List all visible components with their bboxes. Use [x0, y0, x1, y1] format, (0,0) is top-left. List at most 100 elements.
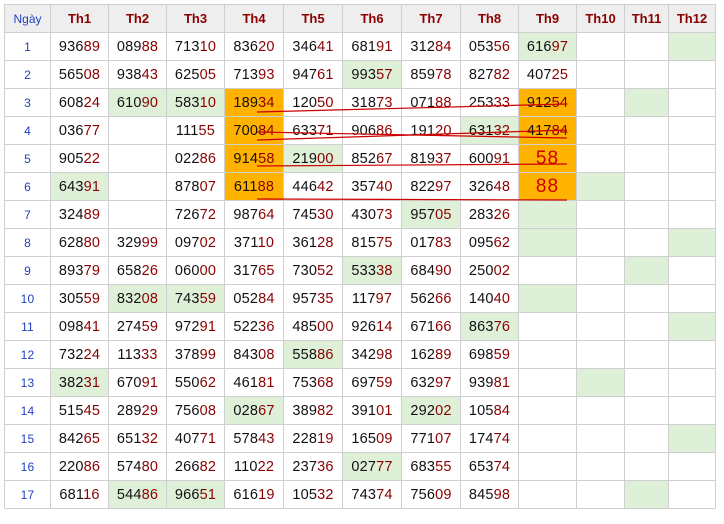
result-number: 29202 [410, 402, 452, 419]
result-cell: 31765 [224, 256, 284, 285]
result-cell [624, 32, 669, 61]
result-cell [518, 200, 577, 229]
table-row: 6 64391 87807 61188 44642 35740 82297 32648 88 [4, 172, 716, 201]
result-cell: 02286 [166, 144, 225, 173]
result-cell [624, 340, 669, 369]
result-cell: 69759 [342, 368, 402, 397]
day-number: 7 [4, 200, 51, 229]
result-cell: 14040 [460, 284, 519, 313]
col-header-th1: Th1 [50, 4, 109, 33]
result-number: 75608 [174, 402, 217, 419]
result-cell [624, 228, 669, 257]
day-header: Ngày [4, 4, 51, 33]
result-cell: 89379 [50, 256, 109, 285]
result-cell: 34641 [283, 32, 343, 61]
result-cell: 61619 [224, 480, 284, 509]
result-number: 93981 [468, 374, 511, 391]
result-cell: 02777 [342, 452, 402, 481]
result-cell: 96651 [166, 480, 225, 509]
result-number: 36128 [292, 234, 334, 251]
result-cell: 09702 [166, 228, 225, 257]
result-cell: 22819 [283, 424, 343, 453]
result-cell: 61090 [108, 88, 167, 117]
result-cell: 61697 [518, 32, 577, 61]
result-cell: 85267 [342, 144, 402, 173]
result-number: 57843 [233, 430, 275, 447]
result-cell [576, 228, 625, 257]
result-cell: 55062 [166, 368, 225, 397]
result-cell [576, 32, 625, 61]
result-number: 38982 [292, 402, 334, 419]
result-cell: 95735 [283, 284, 343, 313]
result-cell: 87807 [166, 172, 225, 201]
result-cell: 91458 [224, 144, 284, 173]
result-number: 74359 [174, 290, 217, 307]
result-number: 11155 [175, 122, 216, 139]
result-number: 95735 [292, 290, 334, 307]
result-number: 84598 [468, 486, 511, 503]
result-cell: 11022 [224, 452, 284, 481]
result-number: 93689 [58, 38, 101, 55]
result-cell: 62505 [166, 60, 225, 89]
result-number: 97291 [174, 318, 217, 335]
day-number: 3 [4, 88, 51, 117]
result-cell [518, 480, 577, 509]
result-number: 31765 [233, 262, 275, 279]
result-cell: 81575 [342, 228, 402, 257]
result-number: 27459 [116, 318, 159, 335]
result-cell: 03677 [50, 116, 109, 145]
result-cell: 84265 [50, 424, 109, 453]
result-number: 28929 [116, 402, 159, 419]
table-row: 2 56508 93843 62505 71393 94761 99357 85978 8278… [4, 60, 716, 89]
day-number: 6 [4, 172, 51, 201]
result-cell: 23736 [283, 452, 343, 481]
result-cell [518, 312, 577, 341]
result-cell: 05284 [224, 284, 284, 313]
result-cell [668, 88, 716, 117]
result-cell [668, 116, 716, 145]
result-number: 32648 [468, 178, 511, 195]
result-number: 01783 [410, 234, 452, 251]
result-number: 23736 [292, 458, 334, 475]
table-row: 4 03677 11155 70084 63371 90686 19120 63132 4178… [4, 116, 716, 145]
table-row: 13 38231 67091 55062 46181 75368 69759 63297 939… [4, 368, 716, 397]
result-number: 81575 [351, 234, 393, 251]
result-cell: 31873 [342, 88, 402, 117]
day-number: 5 [4, 144, 51, 173]
result-cell: 38231 [50, 368, 109, 397]
table-row: 10 30559 83208 74359 05284 95735 11797 56266 140… [4, 284, 716, 313]
result-number: 91254 [526, 94, 569, 111]
result-cell: 94761 [283, 60, 343, 89]
result-number: 63132 [468, 122, 511, 139]
result-number: 64391 [58, 178, 101, 195]
result-number: 68191 [351, 38, 393, 55]
result-cell [668, 144, 716, 173]
result-cell: 11155 [166, 116, 225, 145]
result-number: 39101 [351, 402, 393, 419]
col-header-th11: Th11 [624, 4, 669, 33]
result-number: 60824 [58, 94, 101, 111]
result-cell [668, 228, 716, 257]
col-header-th3: Th3 [166, 4, 225, 33]
result-cell: 28326 [460, 200, 519, 229]
result-number: 62880 [58, 234, 101, 251]
result-cell: 84308 [224, 340, 284, 369]
result-cell: 58310 [166, 88, 225, 117]
result-cell [576, 60, 625, 89]
result-cell: 32999 [108, 228, 167, 257]
result-number: 72672 [174, 206, 217, 223]
col-header-th9: Th9 [518, 4, 577, 33]
result-number: 56266 [410, 290, 452, 307]
result-number: 31284 [410, 38, 452, 55]
result-number: 67091 [116, 374, 159, 391]
result-number: 37899 [174, 346, 217, 363]
result-number: 63371 [292, 122, 334, 139]
result-cell: 07188 [401, 88, 461, 117]
result-cell [108, 172, 167, 201]
result-cell: 71393 [224, 60, 284, 89]
result-cell: 95705 [401, 200, 461, 229]
result-number: 86376 [468, 318, 511, 335]
day-number: 11 [4, 312, 51, 341]
result-number: 71310 [174, 38, 217, 55]
day-number: 9 [4, 256, 51, 285]
